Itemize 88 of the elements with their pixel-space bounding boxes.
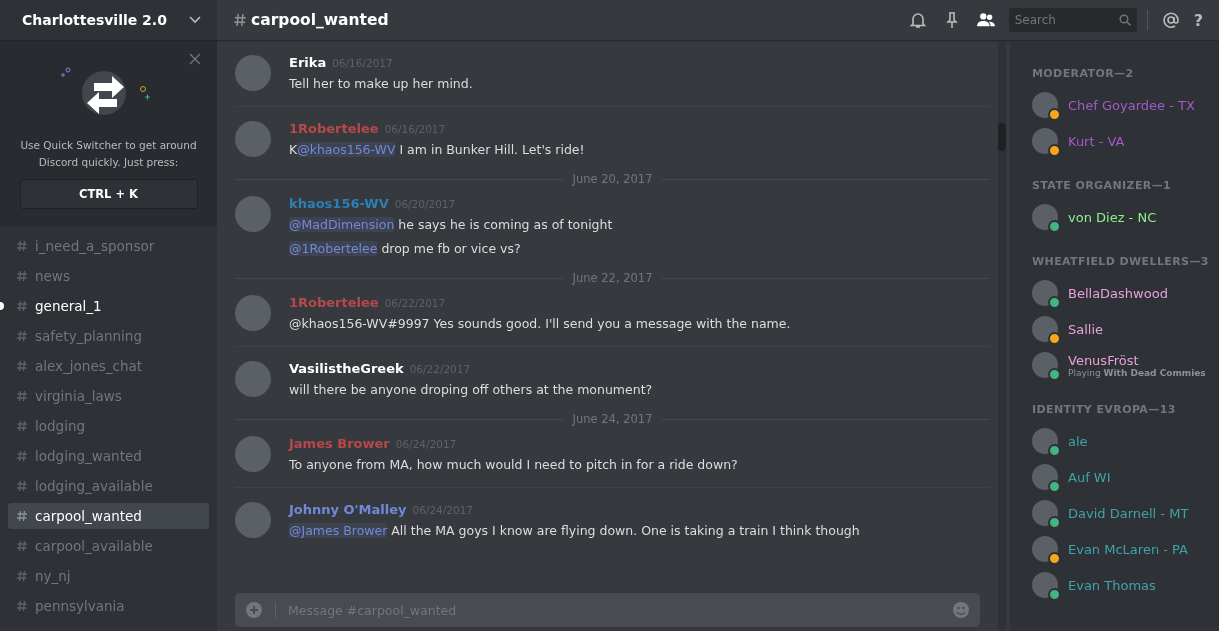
author-name[interactable]: Erika	[289, 55, 327, 70]
user-mention[interactable]: @James Brower	[289, 523, 388, 538]
member-avatar[interactable]	[1032, 316, 1058, 342]
message-text: will there be anyone droping off others at the monument?	[289, 381, 653, 399]
author-name[interactable]: 1Robertelee	[289, 121, 379, 136]
user-mention[interactable]: @1Robertelee	[289, 241, 378, 256]
members-icon[interactable]	[976, 11, 995, 29]
member-avatar[interactable]	[1032, 428, 1058, 454]
hash-icon	[16, 240, 28, 252]
bell-icon[interactable]	[908, 11, 927, 29]
member-name[interactable]: Chef Goyardee - TX	[1068, 97, 1195, 113]
channel-item[interactable]: alex_jones_chat	[8, 353, 209, 379]
channel-item[interactable]: ny_nj	[8, 563, 209, 589]
author-name[interactable]: VasilistheGreek	[289, 361, 404, 376]
message-text: Tell her to make up her mind.	[289, 75, 473, 93]
hash-icon	[233, 13, 247, 27]
hash-icon	[16, 600, 28, 612]
channel-item[interactable]: general_1	[8, 293, 209, 319]
date-divider: June 22, 2017	[572, 271, 653, 285]
message-text: @MadDimension he says he is coming as of tonight	[289, 216, 613, 234]
help-button[interactable]: ?	[1193, 10, 1203, 30]
user-mention[interactable]: @MadDimension	[289, 217, 395, 232]
hash-icon	[16, 540, 28, 552]
member-name[interactable]: BellaDashwood	[1068, 285, 1168, 301]
member-name[interactable]: David Darnell - MT	[1068, 505, 1189, 521]
hash-icon	[16, 450, 28, 462]
message-text: @1Robertelee drop me fb or vice vs?	[289, 240, 522, 258]
channel-item[interactable]: news	[8, 263, 209, 289]
message-text: K@khaos156-WV I am in Bunker Hill. Let's ride!	[289, 141, 585, 159]
role-heading: STATE ORGANIZER—1	[1032, 179, 1173, 193]
member-avatar[interactable]	[1032, 128, 1058, 154]
mention-icon[interactable]	[1161, 11, 1180, 29]
hash-icon	[16, 420, 28, 432]
channel-item[interactable]: pennsylvania	[8, 593, 209, 619]
message-text: @James Brower All the MA goys I know are flying down. One is taking a train I think though	[289, 522, 860, 540]
channel-item[interactable]: i_need_a_sponsor	[8, 233, 209, 259]
channel-item[interactable]: lodging	[8, 413, 209, 439]
channel-title: carpool_wanted	[233, 11, 901, 29]
member-avatar[interactable]	[1032, 572, 1058, 598]
hash-icon	[16, 480, 28, 492]
member-name[interactable]: Evan McLaren - PA	[1068, 541, 1188, 557]
hash-icon	[16, 570, 28, 582]
author-name[interactable]: 1Robertelee	[289, 295, 379, 310]
role-heading: IDENTITY EVROPA—13	[1032, 403, 1177, 417]
date-divider: June 20, 2017	[572, 172, 653, 186]
search-icon	[1118, 14, 1131, 26]
hash-icon	[16, 270, 28, 282]
member-name[interactable]: Sallie	[1068, 321, 1104, 337]
member-name[interactable]: Kurt - VA	[1068, 133, 1125, 149]
member-name[interactable]: Evan Thomas	[1068, 577, 1156, 593]
channel-item[interactable]: carpool_wanted	[8, 503, 209, 529]
member-activity: Playing With Dead Commies	[1068, 367, 1206, 378]
channel-item[interactable]: virginia_laws	[8, 383, 209, 409]
quick-switcher-hint: Use Quick Switcher to get around Discord quickly. Just press:	[19, 138, 198, 170]
message-text: To anyone from MA, how much would I need to pitch in for a ride down?	[289, 456, 738, 474]
member-avatar[interactable]	[1032, 500, 1058, 526]
member-name[interactable]: ale	[1068, 433, 1088, 449]
hash-icon	[16, 330, 28, 342]
member-avatar[interactable]	[1032, 464, 1058, 490]
search-field[interactable]: Search	[1008, 8, 1137, 32]
channel-item[interactable]: carpool_available	[8, 533, 209, 559]
user-mention[interactable]: @khaos156-WV	[297, 142, 396, 157]
member-name[interactable]: VenusFröst	[1068, 352, 1206, 368]
message-text: @khaos156-WV#9997 Yes sounds good. I'll send you a message with the name.	[289, 315, 791, 333]
channel-item[interactable]: safety_planning	[8, 323, 209, 349]
scrollbar-thumb[interactable]	[998, 123, 1006, 151]
member-avatar[interactable]	[1032, 92, 1058, 118]
member-name[interactable]: Auf WI	[1068, 469, 1111, 485]
chevron-icon	[189, 16, 201, 24]
member-avatar[interactable]	[1032, 280, 1058, 306]
member-name[interactable]: von Diez - NC	[1068, 209, 1157, 225]
member-avatar[interactable]	[1032, 536, 1058, 562]
member-avatar[interactable]	[1032, 352, 1058, 378]
author-name[interactable]: James Brower	[289, 436, 390, 451]
author-name[interactable]: khaos156-WV	[289, 196, 389, 211]
hash-icon	[16, 390, 28, 402]
member-avatar[interactable]	[1032, 204, 1058, 230]
date-divider: June 24, 2017	[572, 412, 653, 426]
shortcut-button[interactable]: CTRL + K	[19, 179, 198, 209]
hash-icon	[16, 510, 28, 522]
role-heading: WHEATFIELD DWELLERS—3	[1032, 255, 1210, 269]
author-name[interactable]: Johnny O'Malley	[289, 502, 407, 517]
channel-item[interactable]: lodging_wanted	[8, 443, 209, 469]
channel-item[interactable]: lodging_available	[8, 473, 209, 499]
close-icon[interactable]	[189, 53, 201, 65]
hash-icon	[16, 300, 28, 312]
hash-icon	[16, 360, 28, 372]
role-heading: MODERATOR—2	[1032, 67, 1135, 81]
